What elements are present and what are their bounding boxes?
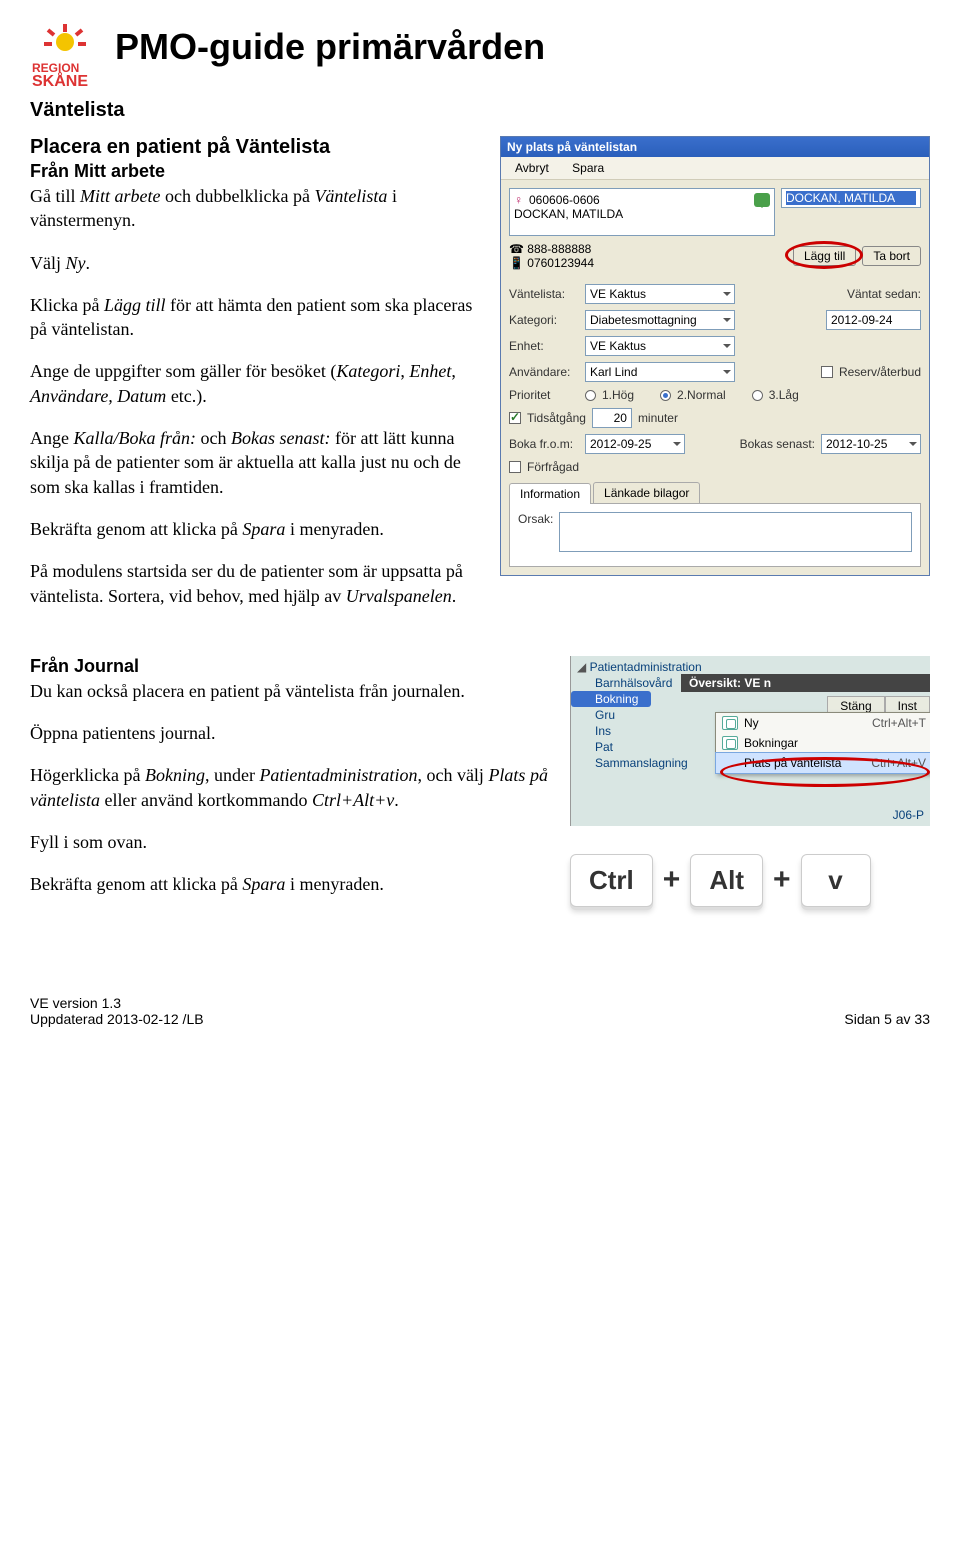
menu-item-ny[interactable]: Ny Ctrl+Alt+T <box>716 713 930 733</box>
label-reserv: Reserv/återbud <box>839 365 921 379</box>
paragraph: Gå till Mitt arbete och dubbelklicka på … <box>30 184 480 233</box>
paragraph: Klicka på Lägg till för att hämta den pa… <box>30 293 480 342</box>
radio-prio-2[interactable] <box>660 390 671 401</box>
intro-heading: Placera en patient på Väntelista <box>30 136 480 159</box>
select-vantelista[interactable]: VE Kaktus <box>585 284 735 304</box>
paragraph: Välj Ny. <box>30 251 480 275</box>
label-vantat: Väntat sedan: <box>847 287 921 301</box>
phone-1: 888-888888 <box>527 242 591 256</box>
sidebar-bokning[interactable]: Bokning <box>571 691 651 707</box>
label-enhet: Enhet: <box>509 339 579 353</box>
footer-right: Sidan 5 av 33 <box>844 1011 930 1027</box>
textarea-orsak[interactable] <box>559 512 912 552</box>
keyboard-shortcut: Ctrl + Alt + v <box>570 854 930 907</box>
calendar-icon <box>722 736 738 750</box>
checkbox-forfragad[interactable] <box>509 461 521 473</box>
checkbox-tidsatgang[interactable] <box>509 412 521 424</box>
label-anvandare: Användare: <box>509 365 579 379</box>
code-label: J06-P <box>893 808 924 822</box>
select-kategori[interactable]: Diabetesmottagning <box>585 310 735 330</box>
key-alt: Alt <box>690 854 763 907</box>
page-title: PMO-guide primärvården <box>115 26 545 68</box>
radio-prio-1[interactable] <box>585 390 596 401</box>
section-heading: Väntelista <box>30 99 930 122</box>
menu-item-bokningar[interactable]: Bokningar <box>716 733 930 753</box>
select-anvandare[interactable]: Karl Lind <box>585 362 735 382</box>
label-boka-from: Boka fr.o.m: <box>509 437 579 451</box>
field-boka-from[interactable]: 2012-09-25 <box>585 434 685 454</box>
label-forfragad: Förfrågad <box>527 460 579 474</box>
journal-heading: Från Journal <box>30 656 550 677</box>
radio-prio-3[interactable] <box>752 390 763 401</box>
label-vantelista: Väntelista: <box>509 287 579 301</box>
label-prioritet: Prioritet <box>509 388 579 402</box>
dialog-title: Ny plats på väntelistan <box>501 137 929 157</box>
paragraph: Öppna patientens journal. <box>30 721 550 745</box>
paragraph: Bekräfta genom att klicka på Spara i men… <box>30 872 550 896</box>
checkbox-reserv[interactable] <box>821 366 833 378</box>
paragraph: På modulens startsida ser du de patiente… <box>30 559 480 608</box>
footer-left: VE version 1.3 Uppdaterad 2013-02-12 /LB <box>30 995 204 1027</box>
label-tidsatgang: Tidsåtgång <box>527 411 586 425</box>
paragraph: Du kan också placera en patient på vänte… <box>30 679 550 703</box>
select-enhet[interactable]: VE Kaktus <box>585 336 735 356</box>
menu-spara[interactable]: Spara <box>562 159 614 177</box>
calendar-icon <box>722 716 738 730</box>
context-screenshot: ◢ Patientadministration Översikt: VE n B… <box>570 656 930 826</box>
paragraph: Bekräfta genom att klicka på Spara i men… <box>30 517 480 541</box>
sidebar-patientadmin[interactable]: Patientadministration <box>590 660 702 674</box>
key-ctrl: Ctrl <box>570 854 653 907</box>
field-vantat-sedan[interactable]: 2012-09-24 <box>826 310 921 330</box>
tab-lankade-bilagor[interactable]: Länkade bilagor <box>593 482 700 503</box>
menu-avbryt[interactable]: Avbryt <box>505 159 559 177</box>
svg-text:SKÅNE: SKÅNE <box>32 71 88 90</box>
label-kategori: Kategori: <box>509 313 579 327</box>
field-bokas-senast[interactable]: 2012-10-25 <box>821 434 921 454</box>
dialog-ny-plats: Ny plats på väntelistan Avbryt Spara ♀ 0… <box>500 136 930 576</box>
key-v: v <box>801 854 871 907</box>
tab-information[interactable]: Information <box>509 483 591 504</box>
gender-icon: ♀ <box>514 193 523 207</box>
context-menu: Ny Ctrl+Alt+T Bokningar Plats på vänteli… <box>715 712 930 774</box>
dialog-menubar: Avbryt Spara <box>501 157 929 180</box>
paragraph: Högerklicka på Bokning, under Patientadm… <box>30 763 550 812</box>
overlay-title: Översikt: VE n <box>681 674 930 692</box>
patient-id: 060606-0606 <box>529 193 600 207</box>
lagg-till-button[interactable]: Lägg till <box>793 246 856 266</box>
list-name[interactable]: DOCKAN, MATILDA <box>786 191 916 205</box>
speech-icon <box>754 193 770 207</box>
menu-item-plats[interactable]: Plats på väntelista Ctrl+Alt+V <box>716 753 930 773</box>
field-minuter[interactable]: 20 <box>592 408 632 428</box>
label-orsak: Orsak: <box>518 512 553 526</box>
phone-2: 0760123944 <box>527 256 594 270</box>
paragraph: Ange Kalla/Boka från: och Bokas senast: … <box>30 426 480 499</box>
patient-name: DOCKAN, MATILDA <box>514 207 770 221</box>
label-bokas-senast: Bokas senast: <box>740 437 815 451</box>
paragraph: Ange de uppgifter som gäller för besöket… <box>30 359 480 408</box>
intro-subheading: Från Mitt arbete <box>30 161 480 182</box>
logo: REGION SKÅNE <box>30 20 115 95</box>
ta-bort-button[interactable]: Ta bort <box>862 246 921 266</box>
paragraph: Fyll i som ovan. <box>30 830 550 854</box>
